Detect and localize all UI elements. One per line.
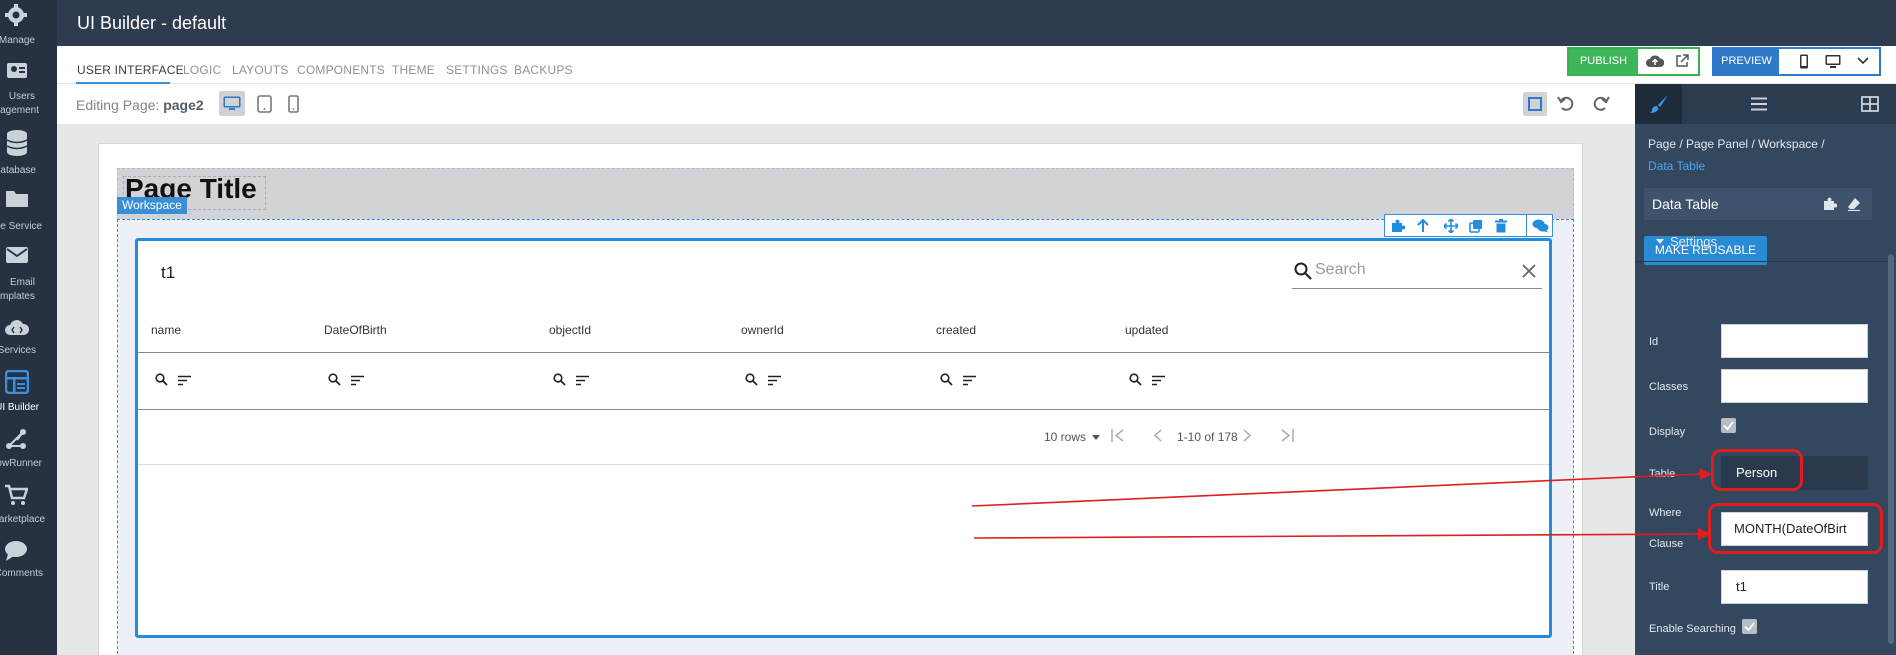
annotation-arrows [971,468,1712,540]
